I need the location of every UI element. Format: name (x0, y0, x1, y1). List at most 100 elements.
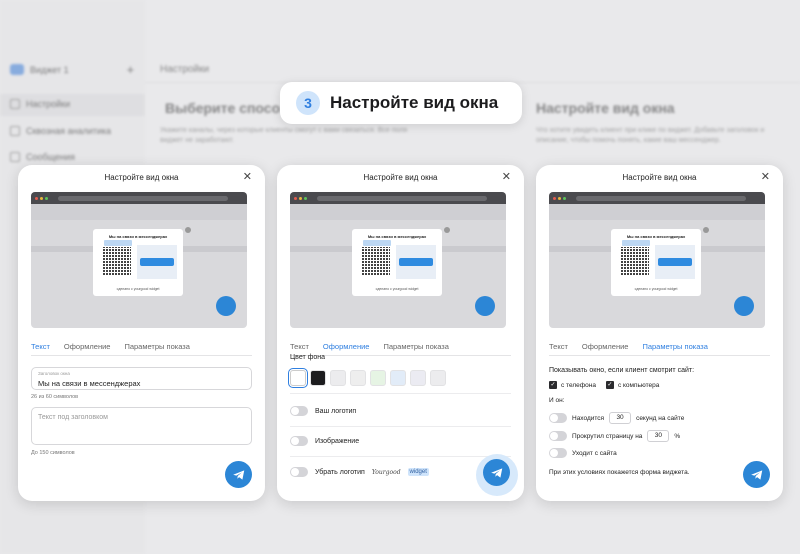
widget-preview: Мы на связи в мессенджерах сделано с you… (290, 192, 506, 328)
tabs: Текст Оформление Параметры показа (549, 342, 708, 356)
image-toggle[interactable] (290, 436, 308, 446)
preview-tag (104, 240, 132, 246)
color-swatch[interactable] (410, 370, 426, 386)
step-pill: 3 Настройте вид окна (280, 82, 522, 124)
preview-close-icon (444, 227, 450, 233)
bg-sidebar-item-0: Настройки (10, 99, 70, 109)
bg-sidebar-label: Сообщения (26, 152, 75, 162)
color-swatch[interactable] (330, 370, 346, 386)
tabs-divider (31, 355, 252, 356)
computer-checkbox[interactable]: ✓ (605, 381, 614, 389)
close-icon[interactable]: ✕ (243, 170, 252, 183)
cond-label: % (674, 432, 681, 440)
widget-preview: Мы на связи в мессенджерах сделано с you… (549, 192, 765, 328)
qr-code-icon (621, 247, 649, 275)
tab-text[interactable]: Текст (31, 342, 50, 356)
divider (290, 426, 511, 427)
telegram-send-icon (750, 469, 762, 480)
and-label: И он: (549, 397, 565, 404)
time-toggle[interactable] (549, 413, 567, 423)
subtitle-field[interactable]: Текст под заголовком (31, 407, 252, 445)
close-icon[interactable]: ✕ (761, 170, 770, 183)
color-swatch[interactable] (288, 368, 308, 388)
telegram-send-icon (490, 467, 502, 478)
chart-icon (10, 126, 20, 136)
preview-close-icon (703, 227, 709, 233)
bg-sidebar-label: Сквозная аналитика (26, 126, 112, 136)
subtitle-placeholder: Текст под заголовком (38, 414, 108, 421)
bg-widget-row: Виджет 1 + (10, 62, 134, 77)
cond-label: Прокрутил страницу на (572, 432, 643, 440)
color-swatch[interactable] (310, 370, 326, 386)
preview-card: Мы на связи в мессенджерах сделано с you… (93, 229, 183, 296)
qr-code-icon (103, 247, 131, 275)
panel-title: Настройте вид окна (104, 173, 179, 182)
computer-label: с компьютера (617, 381, 660, 389)
preview-browser-bar (31, 192, 247, 204)
color-swatch[interactable] (370, 370, 386, 386)
tab-display[interactable]: Параметры показа (124, 342, 189, 356)
preview-card: Мы на связи в мессенджерах сделано с you… (611, 229, 701, 296)
tab-text[interactable]: Текст (549, 342, 568, 356)
cond-label: Уходит с сайта (572, 449, 617, 457)
scroll-toggle[interactable] (549, 431, 567, 441)
toggle-label: Изображение (315, 437, 360, 445)
preview-card: Мы на связи в мессенджерах сделано с you… (352, 229, 442, 296)
title-field-value: Мы на связи в мессенджерах (38, 379, 141, 388)
phone-checkbox[interactable]: ✓ (549, 381, 557, 389)
tab-display[interactable]: Параметры показа (642, 342, 708, 356)
title-field-label: Заголовок окна (38, 371, 70, 376)
widget-icon (10, 64, 24, 75)
bg-color-label: Цвет фона (290, 354, 326, 361)
title-counter: 26 из 60 символов (31, 394, 79, 400)
preview-card-title: Мы на связи в мессенджерах (626, 234, 686, 239)
exit-toggle[interactable] (549, 448, 567, 458)
toggle-logo-row: Ваш логотип (290, 406, 356, 416)
cond-label: Находится (572, 414, 605, 422)
preview-tag (622, 240, 650, 246)
bg-sidebar-item-1: Сквозная аналитика (10, 126, 111, 136)
bg-step-left: Выберите спосо (165, 100, 281, 116)
bg-header: Настройки (160, 64, 210, 75)
tab-design[interactable]: Оформление (582, 342, 629, 356)
tab-display[interactable]: Параметры показа (383, 342, 448, 356)
panel-title: Настройте вид окна (622, 173, 697, 182)
subtitle-counter: До 150 символов (31, 450, 75, 456)
preview-button (399, 258, 433, 266)
preview-footer: сделано с yourgood widget (634, 287, 678, 291)
divider (290, 456, 511, 457)
title-field[interactable]: Заголовок окна Мы на связи в мессенджера… (31, 367, 252, 390)
plus-icon: + (126, 62, 135, 77)
preview-fab (475, 296, 495, 316)
tabs: Текст Оформление Параметры показа (31, 342, 190, 356)
cond-label: секунд на сайте (636, 414, 685, 422)
preview-browser-bar (290, 192, 506, 204)
seconds-input[interactable]: 30 (609, 412, 632, 424)
scroll-input[interactable]: 30 (647, 430, 670, 442)
tab-design[interactable]: Оформление (322, 342, 370, 356)
tab-design[interactable]: Оформление (64, 342, 111, 356)
bg-sidebar-label: Настройки (26, 99, 71, 109)
telegram-send-button[interactable] (225, 461, 252, 488)
settings-panel-text: Настройте вид окна ✕ Мы на связи в мессе… (18, 165, 265, 501)
preview-fab (216, 296, 236, 316)
settings-panel-display: Настройте вид окна ✕ Мы на связи в мессе… (536, 165, 783, 501)
bg-widget-name: Виджет 1 (30, 64, 69, 75)
gear-icon (10, 99, 20, 109)
color-swatch[interactable] (390, 370, 406, 386)
telegram-send-button[interactable] (483, 459, 510, 486)
color-swatch[interactable] (430, 370, 446, 386)
phone-label: с телефона (561, 381, 596, 389)
telegram-send-button[interactable] (743, 461, 770, 488)
logo-toggle[interactable] (290, 406, 308, 416)
remove-logo-toggle[interactable] (290, 467, 308, 477)
bg-sidebar-item-2: Сообщения (10, 152, 75, 162)
settings-panel-design: Настройте вид окна ✕ Мы на связи в мессе… (277, 165, 524, 501)
color-swatch[interactable] (350, 370, 366, 386)
preview-browser-bar (549, 192, 765, 204)
preview-footer: сделано с yourgood widget (375, 287, 419, 291)
toggle-label: Ваш логотип (315, 407, 357, 415)
preview-card-title: Мы на связи в мессенджерах (367, 234, 427, 239)
close-icon[interactable]: ✕ (502, 170, 511, 183)
tabs-divider (549, 355, 770, 356)
